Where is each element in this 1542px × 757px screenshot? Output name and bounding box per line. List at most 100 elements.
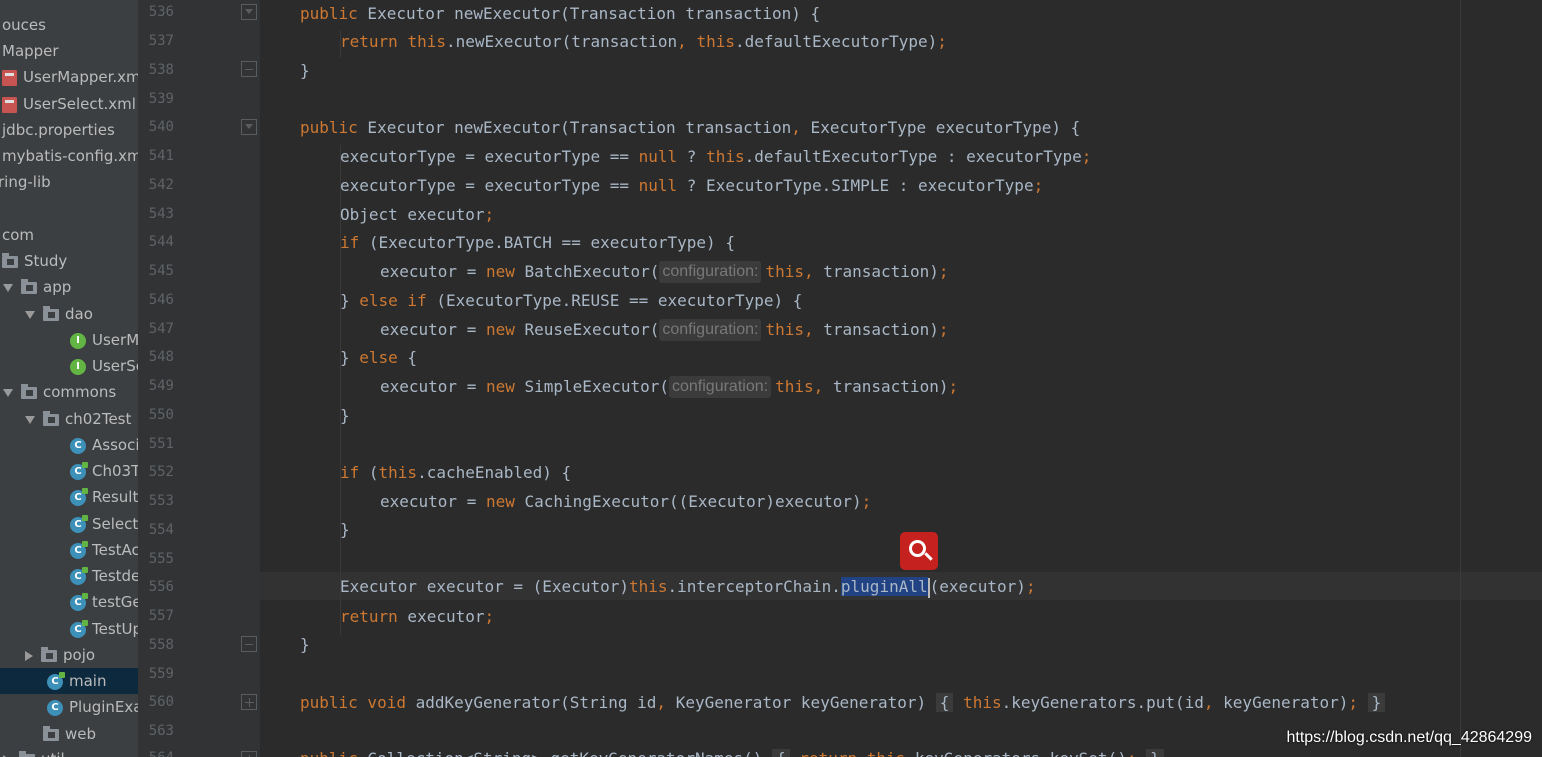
code-line-545: executor = new BatchExecutor(configurati… [380,261,949,283]
expand-arrow-icon[interactable] [25,310,35,319]
tree-item-class[interactable]: C Associ [70,432,138,458]
fold-open-icon[interactable] [241,119,257,135]
search-badge[interactable] [900,532,938,570]
test-class-icon: C [70,592,88,611]
tree-item-label: com [2,226,35,244]
line-number: 540 [148,119,174,135]
parameter-hint: configuration: [669,376,772,398]
tree-item-class[interactable]: C Testde [70,563,138,589]
expand-arrow-icon[interactable] [3,388,13,397]
tree-item-mapper[interactable]: Mapper [2,38,59,64]
selected-text[interactable]: pluginAll [840,577,928,596]
fold-open-icon[interactable] [241,4,257,20]
xml-file-icon [2,69,17,86]
tree-item-label: testGe [92,593,138,611]
tree-item-label: app [43,278,72,296]
class-icon: C [47,699,63,716]
tree-item-label: mybatis-config.xml [2,147,138,165]
code-line-549: executor = new SimpleExecutor(configurat… [380,376,959,398]
tree-item-class[interactable]: C Select [70,511,138,537]
tree-item-usermapper[interactable]: I UserM [70,327,138,353]
tree-item-plugin-example[interactable]: C PluginExa [47,694,138,720]
parameter-hint: configuration: [659,261,762,283]
tree-item-app[interactable]: app [3,274,71,300]
folder-icon [43,305,59,321]
interface-icon: I [70,332,86,349]
tree-item-study[interactable]: Study [2,248,67,274]
tree-item-usermapper-xml[interactable]: UserMapper.xml [2,64,138,90]
line-number: 543 [148,206,174,222]
line-number: 553 [148,493,174,509]
folded-region[interactable]: { [772,749,790,757]
tree-item-ch02test[interactable]: ch02Test [25,406,131,432]
tree-item-label: util [41,750,65,757]
line-number: 556 [148,579,174,595]
folded-region[interactable]: } [1367,693,1386,712]
tree-item-label: commons [43,383,117,401]
tree-item-label: TestUp [92,620,138,638]
tree-item-userselect-xml[interactable]: UserSelect.xml [2,91,136,117]
tree-item-util[interactable]: util [3,746,65,757]
code-line-540: public Executor newExecutor(Transaction … [300,118,1081,137]
folder-icon [41,646,57,662]
expand-arrow-icon[interactable] [3,283,13,292]
code-line-550: } [340,406,350,425]
tree-item-jdbc-properties[interactable]: jdbc.properties [2,117,115,143]
tree-item-class[interactable]: C Ch03T [70,458,138,484]
folded-region[interactable]: } [1146,749,1164,757]
tree-item-userselect[interactable]: I UserSe [70,353,138,379]
code-line-543: Object executor; [340,205,495,224]
class-icon: C [70,437,86,454]
line-number: 548 [148,349,174,365]
folded-region[interactable]: { [935,693,954,712]
test-class-icon: C [70,540,88,559]
xml-file-icon [2,96,17,113]
tree-item-commons[interactable]: commons [3,379,116,405]
code-line-553: executor = new CachingExecutor((Executor… [380,492,872,511]
tree-item-mybatis-config[interactable]: mybatis-config.xml [2,143,138,169]
tree-item-web[interactable]: web [25,721,96,747]
line-number: 557 [148,608,174,624]
tree-item-label: PluginExa [69,698,138,716]
fold-close-icon[interactable] [241,636,257,652]
tree-item-com[interactable]: com [2,222,34,248]
tree-item-label: Study [24,252,68,270]
code-line-542: executorType = executorType == null ? Ex… [340,176,1044,195]
tree-item-resources[interactable]: ouces [2,12,46,38]
tree-item-class[interactable]: CtestGe [70,589,138,615]
folder-icon [43,725,59,741]
tree-item-label: TestAc [92,541,138,559]
tree-item-class[interactable]: C TestAc [70,537,138,563]
code-editor[interactable]: public Executor newExecutor(Transaction … [260,0,1542,757]
tree-item-label: ouces [2,16,46,34]
expand-arrow-icon[interactable] [25,415,35,424]
folder-icon [21,383,37,399]
magnifier-handle [924,552,933,561]
tree-item-main[interactable]: Cmain [0,668,138,694]
code-line-548: } else { [340,348,418,367]
test-class-icon: C [70,461,88,480]
fold-close-icon[interactable] [241,61,257,77]
tree-item-label: Associ [92,436,138,454]
tree-item-spring-lib[interactable]: ring-lib [0,169,51,195]
code-line-546: } else if (ExecutorType.REUSE == executo… [340,291,803,310]
line-number: 552 [148,464,174,480]
tree-item-pojo[interactable]: pojo [25,642,95,668]
tree-item-label: main [69,672,107,690]
line-number: 544 [148,234,174,250]
code-line-558: } [300,635,310,654]
line-number: 542 [148,177,174,193]
line-number: 537 [148,33,174,49]
tree-item-label: UserMapper.xml [23,68,138,86]
tree-item-class[interactable]: C Result [70,484,138,510]
fold-expand-icon[interactable] [241,751,257,757]
code-line-547: executor = new ReuseExecutor(configurati… [380,319,949,341]
line-number: 558 [148,637,174,653]
collapse-arrow-icon[interactable] [25,650,33,661]
tree-item-class[interactable]: C TestUp [70,616,138,642]
test-class-icon: C [70,487,88,506]
fold-expand-icon[interactable] [241,694,257,710]
tree-item-label: pojo [63,646,96,664]
code-line-556: Executor executor = (Executor)this.inter… [340,577,1036,598]
tree-item-dao[interactable]: dao [25,301,93,327]
